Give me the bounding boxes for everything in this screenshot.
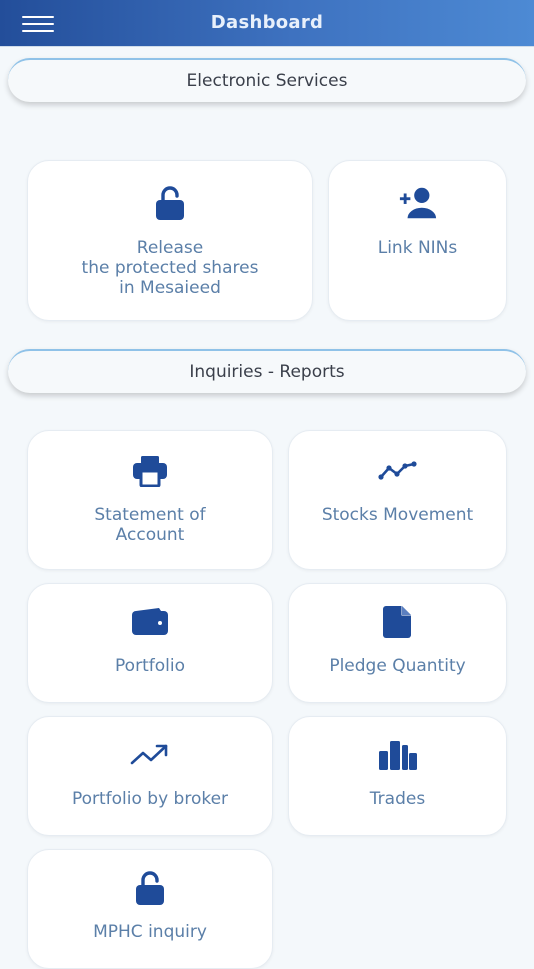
trades-card[interactable]: Trades (288, 716, 507, 836)
section-header-inquiries-reports: Inquiries - Reports (8, 349, 526, 393)
stocks-movement-card[interactable]: Stocks Movement (288, 430, 507, 570)
card-label: Stocks Movement (321, 505, 474, 525)
portfolio-by-broker-card[interactable]: Portfolio by broker (27, 716, 273, 836)
printer-icon (130, 451, 170, 491)
release-protected-shares-card[interactable]: Release the protected shares in Mesaieed (27, 160, 313, 321)
card-label: Link NINs (377, 238, 458, 258)
card-label: Portfolio (115, 656, 185, 676)
mphc-inquiry-card[interactable]: MPHC inquiry (27, 849, 273, 969)
portfolio-card[interactable]: Portfolio (27, 583, 273, 703)
unlock-icon (150, 183, 190, 223)
bar-chart-icon (378, 735, 418, 775)
section-header-electronic-services: Electronic Services (8, 58, 526, 102)
card-label: Pledge Quantity (329, 656, 466, 676)
app-bar: Dashboard (0, 0, 534, 47)
card-label: Release the protected shares in Mesaieed (81, 238, 259, 298)
statement-of-account-card[interactable]: Statement of Account (27, 430, 273, 570)
card-label: Statement of Account (94, 505, 206, 545)
card-label: Portfolio by broker (71, 789, 229, 809)
card-label: MPHC inquiry (93, 922, 207, 942)
pledge-quantity-card[interactable]: Pledge Quantity (288, 583, 507, 703)
line-chart-icon (377, 451, 418, 491)
page-title: Dashboard (210, 12, 324, 33)
unlock-icon (130, 868, 170, 908)
trending-up-icon (130, 735, 170, 775)
wallet-icon (130, 602, 170, 642)
add-user-icon (398, 183, 438, 223)
link-nins-card[interactable]: Link NINs (328, 160, 507, 321)
document-icon (378, 602, 418, 642)
card-label: Trades (369, 789, 426, 809)
